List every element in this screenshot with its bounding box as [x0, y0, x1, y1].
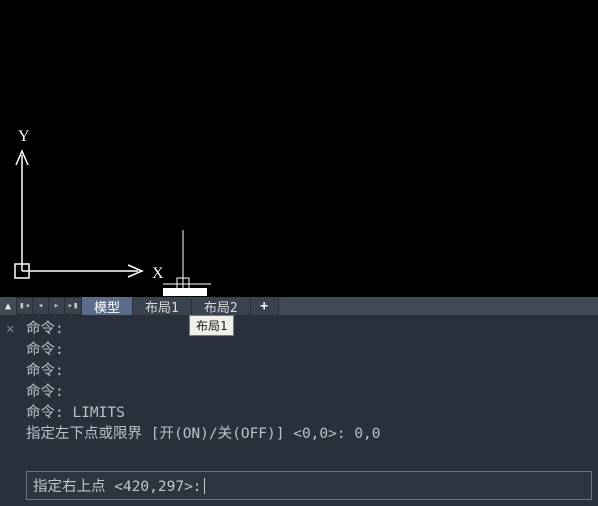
tab-nav-prev-icon[interactable]: ◂	[33, 298, 49, 314]
drawing-viewport[interactable]: Y X	[0, 0, 598, 297]
text-cursor	[204, 478, 205, 494]
tab-tooltip: 布局1	[189, 315, 234, 336]
tab-nav-next-icon[interactable]: ▸	[49, 298, 65, 314]
command-history-line: 指定左下点或限界 [开(ON)/关(OFF)] <0,0>: 0,0	[26, 424, 592, 445]
close-icon[interactable]: ✕	[6, 321, 14, 337]
command-input[interactable]	[209, 478, 585, 494]
command-panel: ✕ 命令: 命令: 命令: 命令: 命令: LIMITS 指定左下点或限界 [开…	[0, 315, 598, 506]
tab-nav-last-icon[interactable]: ▸▮	[65, 298, 81, 314]
command-history-line: 命令:	[26, 382, 592, 403]
tab-nav-buttons: ▮◂ ◂ ▸ ▸▮	[16, 297, 82, 315]
command-history[interactable]: 命令: 命令: 命令: 命令: 命令: LIMITS 指定左下点或限界 [开(O…	[0, 315, 598, 471]
tab-nav-first-icon[interactable]: ▮◂	[17, 298, 33, 314]
add-icon: +	[260, 299, 268, 314]
command-history-line: 命令: LIMITS	[26, 403, 592, 424]
ucs-y-label: Y	[18, 128, 30, 145]
tab-toggle-up-icon[interactable]: ▲	[0, 297, 16, 315]
tab-label: 布局2	[204, 297, 238, 316]
layout-tab-bar: ▲ ▮◂ ◂ ▸ ▸▮ 模型 布局1 布局2 + 布局1	[0, 297, 598, 315]
tab-layout1[interactable]: 布局1	[133, 297, 192, 315]
ucs-icon: Y X	[12, 123, 172, 283]
command-history-line: 命令:	[26, 319, 592, 340]
tab-add-button[interactable]: +	[251, 297, 279, 315]
tab-label: 模型	[94, 297, 120, 316]
tab-label: 布局1	[145, 297, 179, 316]
ucs-x-label: X	[152, 265, 164, 282]
command-history-line: 命令:	[26, 361, 592, 382]
command-input-row[interactable]: 指定右上点 <420,297>:	[26, 471, 592, 500]
tab-layout2[interactable]: 布局2	[192, 297, 251, 315]
tab-model[interactable]: 模型	[82, 297, 133, 315]
command-history-line: 命令:	[26, 340, 592, 361]
command-prompt: 指定右上点 <420,297>:	[33, 475, 202, 496]
